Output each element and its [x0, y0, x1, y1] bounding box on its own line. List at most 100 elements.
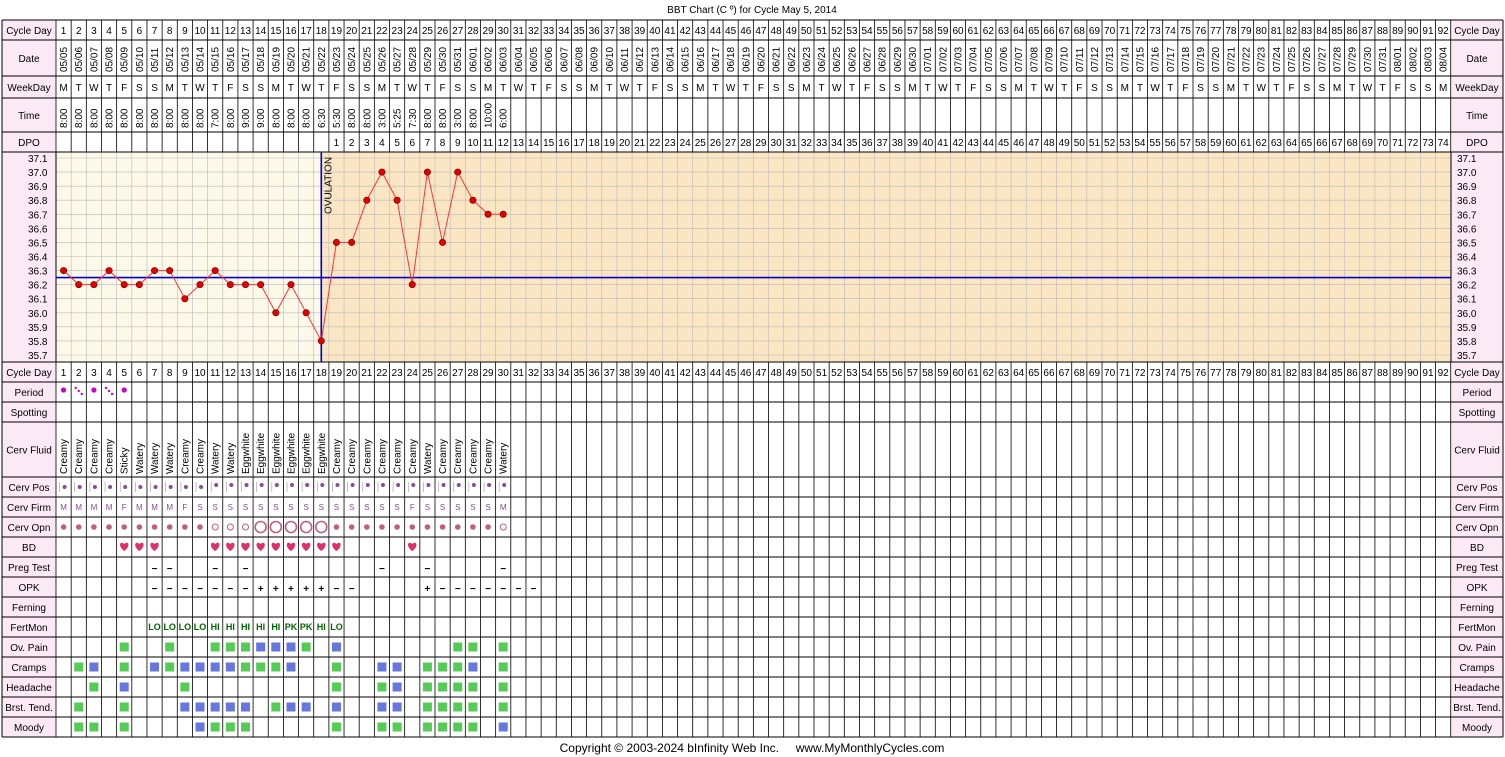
cycle-day-number: 22	[376, 26, 388, 37]
weekday-label: F	[227, 83, 233, 94]
weekday-label: F	[1076, 83, 1082, 94]
row-label-right-preg-test: Preg Test	[1456, 563, 1498, 574]
cycle-day-number: 46	[740, 368, 752, 379]
date-label: 07/19	[1196, 47, 1207, 72]
dpo-number: 35	[846, 138, 858, 149]
dpo-number: 3	[364, 138, 370, 149]
dpo-number: 13	[513, 138, 525, 149]
cerv-fluid-label: Creamy	[362, 439, 373, 474]
cerv-firm-letter: F	[122, 503, 127, 512]
time-label: 9:00	[241, 108, 252, 128]
row-label-time: Time	[18, 111, 40, 122]
dpo-number: 59	[1210, 138, 1222, 149]
cerv-firm-letter: S	[303, 503, 308, 512]
date-label: 07/18	[1181, 47, 1192, 72]
opk-mark: −	[227, 584, 233, 595]
time-label: 8:00	[226, 108, 237, 128]
cycle-day-number: 66	[1043, 368, 1055, 379]
moody-marker	[392, 722, 402, 732]
dpo-number: 72	[1407, 138, 1419, 149]
row-label-ferning: Ferning	[12, 603, 46, 614]
row-label-right-cerv-firm: Cerv Firm	[1455, 503, 1499, 514]
time-label: 6:30	[317, 108, 328, 128]
time-label: 8:00	[196, 108, 207, 128]
cerv-opn-closed	[439, 524, 446, 530]
cerv-opn-closed	[394, 524, 400, 530]
bbt-chart: BBT Chart (C º) for Cycle May 5, 2014 37…	[0, 0, 1505, 757]
dpo-number: 36	[861, 138, 873, 149]
cycle-day-number: 73	[1150, 368, 1162, 379]
cerv-fluid-label: Creamy	[332, 439, 343, 474]
cycle-day-number: 30	[498, 26, 510, 37]
weekday-label: F	[758, 83, 764, 94]
time-label: 8:00	[423, 108, 434, 128]
weekday-label: W	[195, 83, 205, 94]
fertmon-reading: HI	[241, 622, 250, 632]
fertmon-reading: HI	[211, 622, 220, 632]
weekday-label: S	[454, 83, 461, 94]
weekday-label: W	[726, 83, 736, 94]
cerv-pos-dot	[471, 483, 476, 487]
date-label: 07/12	[1090, 47, 1101, 72]
temperature-point	[317, 337, 325, 345]
cerv-opn-closed	[151, 524, 158, 530]
cerv-fluid-label: Watery	[135, 443, 146, 474]
dpo-number: 10	[467, 138, 479, 149]
time-label: 8:00	[120, 108, 131, 128]
weekday-label: F	[1288, 83, 1294, 94]
cycle-day-number: 84	[1316, 368, 1328, 379]
cycle-day-number: 34	[558, 26, 570, 37]
cycle-day-number: 35	[573, 368, 585, 379]
y-tick-label-right: 36.7	[1457, 210, 1477, 221]
brst-tend-marker	[392, 702, 402, 712]
date-label: 06/04	[514, 47, 525, 72]
cycle-day-number: 51	[816, 26, 828, 37]
cerv-firm-letter: S	[349, 503, 354, 512]
weekday-label: T	[76, 83, 82, 94]
date-label: 06/26	[847, 47, 858, 72]
weekday-label: S	[576, 83, 583, 94]
weekday-label: T	[819, 83, 825, 94]
cycle-day-number: 27	[452, 368, 464, 379]
ov-pain-marker	[241, 642, 250, 652]
date-label: 07/28	[1333, 47, 1344, 72]
y-tick-label-left: 36.9	[28, 182, 48, 193]
dpo-number: 26	[710, 138, 722, 149]
cerv-pos-dot	[456, 483, 461, 487]
date-label: 06/22	[787, 47, 798, 72]
temperature-point	[181, 295, 189, 303]
brst-tend-marker	[119, 702, 129, 712]
row-label-right-ov-pain: Ov. Pain	[1458, 643, 1496, 654]
cerv-fluid-label: Creamy	[74, 439, 85, 474]
cycle-day-number: 18	[316, 368, 328, 379]
cycle-day-number: 69	[1089, 368, 1101, 379]
dpo-number: 45	[998, 138, 1010, 149]
weekday-label: F	[970, 83, 976, 94]
date-label: 07/20	[1211, 47, 1222, 72]
period-light-dot	[110, 392, 114, 396]
cycle-day-number: 8	[167, 368, 173, 379]
cycle-day-number: 52	[831, 26, 843, 37]
date-label: 07/16	[1151, 47, 1162, 72]
dpo-number: 29	[755, 138, 767, 149]
row-label-right-cerv-fluid: Cerv Fluid	[1454, 446, 1500, 457]
ov-pain-marker	[271, 642, 281, 652]
temperature-point	[499, 210, 507, 218]
cerv-firm-letter: S	[243, 503, 248, 512]
row-label-right-cerv-pos: Cerv Pos	[1456, 483, 1497, 494]
brst-tend-marker	[438, 702, 448, 712]
cycle-day-number: 13	[240, 368, 252, 379]
dpo-number: 66	[1316, 138, 1328, 149]
temperature-point	[378, 168, 386, 176]
y-tick-label-right: 36.1	[1457, 295, 1477, 306]
cramps-marker	[165, 662, 175, 672]
cerv-firm-letter: S	[394, 503, 399, 512]
cycle-day-number: 61	[968, 368, 980, 379]
date-label: 06/09	[590, 47, 601, 72]
cycle-day-number: 90	[1407, 26, 1419, 37]
dpo-number: 58	[1195, 138, 1207, 149]
date-label: 06/29	[893, 47, 904, 72]
y-tick-label-left: 36.8	[28, 196, 48, 207]
dpo-number: 69	[1362, 138, 1374, 149]
period-heavy-dot	[91, 387, 97, 393]
